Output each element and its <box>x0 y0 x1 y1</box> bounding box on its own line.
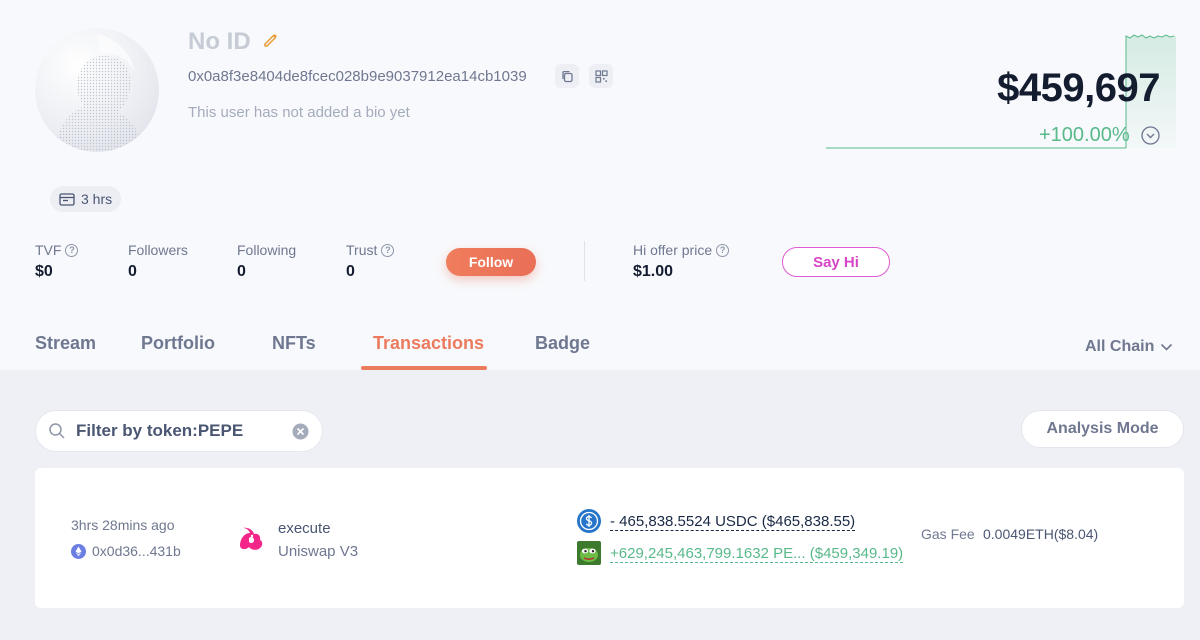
tab-stream[interactable]: Stream <box>35 333 96 354</box>
usdc-token-icon <box>577 509 601 533</box>
help-icon[interactable]: ? <box>716 243 730 257</box>
copy-address-button[interactable] <box>555 64 579 88</box>
pepe-token-icon <box>577 541 601 565</box>
avatar-silhouette-icon <box>55 34 143 152</box>
stat-following-value[interactable]: 0 <box>237 263 246 281</box>
transaction-protocol: Uniswap V3 <box>278 543 359 560</box>
tab-nfts[interactable]: NFTs <box>272 333 316 354</box>
tab-transactions[interactable]: Transactions <box>373 333 484 354</box>
chevron-down-icon <box>1161 343 1173 351</box>
copy-icon <box>561 70 573 82</box>
token-filter-search <box>35 410 323 452</box>
ethereum-icon <box>71 543 86 559</box>
user-avatar <box>35 28 159 152</box>
transaction-time: 3hrs 28mins ago <box>71 517 175 533</box>
gas-fee-value: 0.0049ETH($8.04) <box>983 526 1099 542</box>
tab-badge[interactable]: Badge <box>535 333 590 354</box>
transaction-row[interactable]: 3hrs 28mins ago 0x0d36...431b execute Un… <box>35 468 1184 608</box>
transaction-method: execute <box>278 520 331 537</box>
stat-hi-offer-value: $1.00 <box>633 263 674 280</box>
stat-trust-label-text: Trust <box>346 242 378 258</box>
tab-portfolio[interactable]: Portfolio <box>141 333 215 354</box>
divider <box>584 241 585 281</box>
stat-hi-offer-label-text: Hi offer price <box>633 242 713 258</box>
transaction-hash-link[interactable]: 0x0d36...431b <box>71 543 181 559</box>
analysis-mode-button[interactable]: Analysis Mode <box>1021 410 1184 448</box>
qr-code-icon <box>594 69 608 83</box>
token-filter-input[interactable] <box>76 421 276 441</box>
active-tab-indicator <box>361 366 487 370</box>
stat-trust-value: 0 <box>346 263 355 280</box>
say-hi-button[interactable]: Say Hi <box>782 247 890 277</box>
help-icon[interactable]: ? <box>65 243 79 257</box>
stat-hi-offer-label: Hi offer price ? <box>633 242 730 258</box>
pencil-icon[interactable] <box>262 31 280 49</box>
wallet-address: 0x0a8f3e8404de8fcec028b9e9037912ea14cb10… <box>188 68 527 85</box>
profile-name: No ID <box>188 28 251 55</box>
profile-bio: This user has not added a bio yet <box>188 104 410 121</box>
portfolio-balance: $459,697 <box>997 66 1160 110</box>
calendar-icon <box>59 193 75 206</box>
active-time-badge: 3 hrs <box>50 186 122 212</box>
uniswap-logo-icon <box>240 527 263 550</box>
gas-fee-label: Gas Fee <box>921 526 975 542</box>
amount-received[interactable]: +629,245,463,799.1632 PE... ($459,349.19… <box>610 545 904 563</box>
amount-sent[interactable]: - 465,838.5524 USDC ($465,838.55) <box>610 513 856 531</box>
stat-tvf-label: TVF ? <box>35 242 79 258</box>
help-icon[interactable]: ? <box>381 243 395 257</box>
stat-trust-label: Trust ? <box>346 242 395 258</box>
search-icon <box>49 423 65 439</box>
chain-filter-label: All Chain <box>1085 338 1155 355</box>
follow-button[interactable]: Follow <box>446 248 536 276</box>
stat-followers-value[interactable]: 0 <box>128 263 137 281</box>
clear-icon[interactable] <box>292 423 309 440</box>
qr-code-button[interactable] <box>589 64 613 88</box>
portfolio-change: +100.00% <box>1039 124 1130 146</box>
transaction-hash: 0x0d36...431b <box>92 543 181 559</box>
active-time-label: 3 hrs <box>81 191 113 207</box>
chain-filter-dropdown[interactable]: All Chain <box>1085 338 1173 356</box>
stat-tvf-label-text: TVF <box>35 242 62 258</box>
chevron-down-circle-icon[interactable] <box>1141 126 1160 145</box>
stat-following-label: Following <box>237 242 297 258</box>
stat-followers-label: Followers <box>128 242 188 258</box>
stat-tvf-value: $0 <box>35 263 53 280</box>
